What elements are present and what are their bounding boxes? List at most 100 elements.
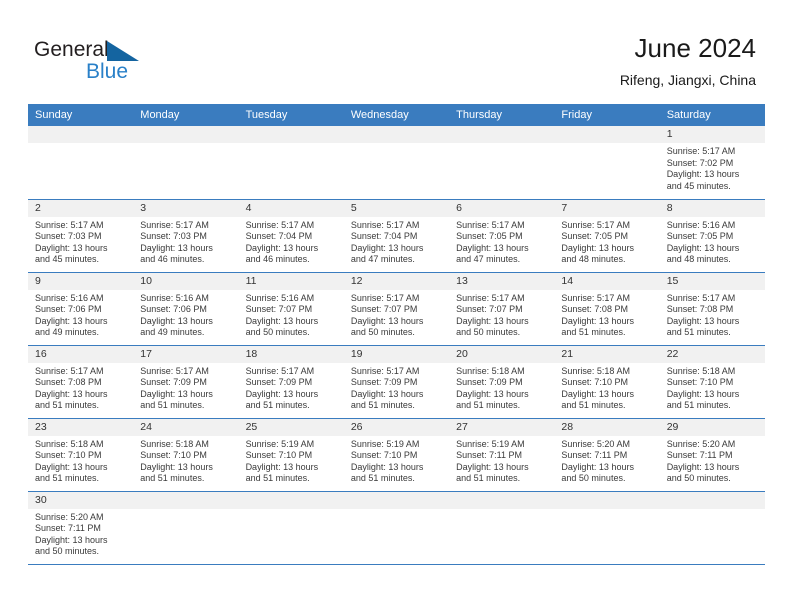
daylight-text: Daylight: 13 hours (561, 461, 634, 472)
calendar-day-cell[interactable]: 3 Sunrise: 5:17 AM Sunset: 7:03 PM Daylight… (133, 198, 239, 272)
calendar-day-cell[interactable]: 28 Sunrise: 5:20 AM Sunset: 7:11 PM Dayligh… (554, 417, 660, 491)
calendar-day-cell[interactable]: 26 Sunrise: 5:19 AM Sunset: 7:10 PM Dayligh… (343, 417, 450, 491)
daylight-text-cont: and 51 minutes. (245, 400, 310, 411)
calendar-day-cell[interactable]: 15 Sunrise: 5:17 AM Sunset: 7:08 PM Dayligh… (659, 271, 765, 345)
weekday-header-saturday: Saturday (659, 104, 765, 126)
sunset-text: Sunset: 7:11 PM (456, 450, 522, 461)
daylight-text-cont: and 46 minutes. (245, 254, 310, 265)
daylight-text: Daylight: 13 hours (456, 242, 529, 253)
title-block: June 2024 Rifeng, Jiangxi, China (620, 32, 756, 90)
sunrise-text: Sunrise: 5:17 AM (245, 365, 315, 376)
calendar-day-cell[interactable]: 12 Sunrise: 5:17 AM Sunset: 7:07 PM Dayligh… (343, 271, 450, 345)
calendar-day-cell[interactable]: 21 Sunrise: 5:18 AM Sunset: 7:10 PM Dayligh… (554, 344, 660, 418)
calendar-day-cell[interactable]: 19 Sunrise: 5:17 AM Sunset: 7:09 PM Dayligh… (343, 344, 450, 418)
day-number: 13 (449, 272, 555, 290)
sunrise-text: Sunrise: 5:16 AM (140, 292, 209, 303)
daylight-text: Daylight: 13 hours (245, 388, 319, 399)
day-number: 3 (133, 199, 239, 217)
calendar-day-cell[interactable]: 9 Sunrise: 5:16 AM Sunset: 7:06 PM Daylight… (28, 271, 134, 345)
day-sun-details: Sunrise: 5:16 AM Sunset: 7:05 PM Daylight:… (660, 217, 765, 266)
calendar-empty-cell (133, 490, 239, 565)
daylight-text-cont: and 51 minutes. (561, 327, 626, 338)
day-number: 1 (659, 126, 765, 143)
day-sun-details: Sunrise: 5:17 AM Sunset: 7:04 PM Daylight:… (239, 217, 344, 266)
calendar-day-cell[interactable]: 8 Sunrise: 5:16 AM Sunset: 7:05 PM Daylight… (659, 198, 765, 272)
sunrise-text: Sunrise: 5:16 AM (35, 292, 104, 303)
page-title: June 2024 (634, 33, 756, 63)
day-sun-details: Sunrise: 5:19 AM Sunset: 7:11 PM Daylight:… (449, 436, 554, 485)
daylight-text: Daylight: 13 hours (561, 315, 634, 326)
calendar-day-cell[interactable]: 5 Sunrise: 5:17 AM Sunset: 7:04 PM Daylight… (343, 198, 450, 272)
sunset-text: Sunset: 7:04 PM (350, 231, 418, 242)
sunset-text: Sunset: 7:08 PM (666, 304, 734, 315)
daylight-text: Daylight: 13 hours (561, 242, 634, 253)
calendar-empty-cell (449, 490, 555, 565)
calendar-day-cell[interactable]: 17 Sunrise: 5:17 AM Sunset: 7:09 PM Dayligh… (133, 344, 239, 418)
calendar-day-cell[interactable]: 22 Sunrise: 5:18 AM Sunset: 7:10 PM Dayligh… (659, 344, 765, 418)
day-number (554, 491, 660, 509)
day-sun-details: Sunrise: 5:17 AM Sunset: 7:09 PM Daylight:… (344, 363, 449, 412)
calendar-empty-cell (343, 126, 450, 199)
calendar-header-row: Sunday Monday Tuesday Wednesday Thursday… (28, 104, 765, 126)
calendar-empty-cell (238, 490, 344, 565)
sunrise-text: Sunrise: 5:17 AM (350, 365, 420, 376)
calendar-day-cell[interactable]: 14 Sunrise: 5:17 AM Sunset: 7:08 PM Dayligh… (554, 271, 660, 345)
sunrise-text: Sunrise: 5:17 AM (561, 292, 630, 303)
general-blue-logo[interactable]: General Blue (34, 38, 214, 90)
calendar-day-cell[interactable]: 25 Sunrise: 5:19 AM Sunset: 7:10 PM Dayligh… (238, 417, 344, 491)
sunrise-text: Sunrise: 5:16 AM (666, 219, 736, 230)
daylight-text: Daylight: 13 hours (140, 461, 213, 472)
sunset-text: Sunset: 7:09 PM (245, 377, 313, 388)
page-subtitle: Rifeng, Jiangxi, China (619, 72, 756, 88)
daylight-text: Daylight: 13 hours (456, 461, 529, 472)
calendar-day-cell[interactable]: 23 Sunrise: 5:18 AM Sunset: 7:10 PM Dayligh… (28, 417, 134, 491)
daylight-text: Daylight: 13 hours (350, 242, 424, 253)
daylight-text-cont: and 50 minutes. (35, 546, 100, 557)
calendar-day-cell[interactable]: 10 Sunrise: 5:16 AM Sunset: 7:06 PM Dayligh… (133, 271, 239, 345)
day-sun-details: Sunrise: 5:16 AM Sunset: 7:06 PM Daylight:… (28, 290, 133, 339)
calendar-day-cell[interactable]: 2 Sunrise: 5:17 AM Sunset: 7:03 PM Daylight… (28, 198, 134, 272)
sunset-text: Sunset: 7:09 PM (350, 377, 418, 388)
day-sun-details: Sunrise: 5:17 AM Sunset: 7:09 PM Daylight:… (133, 363, 238, 412)
daylight-text-cont: and 45 minutes. (35, 254, 100, 265)
day-sun-details: Sunrise: 5:17 AM Sunset: 7:02 PM Daylight:… (660, 143, 765, 192)
day-number: 21 (554, 345, 660, 363)
day-sun-details: Sunrise: 5:18 AM Sunset: 7:10 PM Daylight:… (133, 436, 238, 485)
sunset-text: Sunset: 7:11 PM (35, 523, 101, 534)
sunset-text: Sunset: 7:10 PM (35, 450, 102, 461)
calendar-day-cell[interactable]: 11 Sunrise: 5:16 AM Sunset: 7:07 PM Dayligh… (238, 271, 344, 345)
sunset-text: Sunset: 7:06 PM (140, 304, 207, 315)
day-sun-details: Sunrise: 5:18 AM Sunset: 7:10 PM Daylight:… (28, 436, 133, 485)
calendar-day-cell[interactable]: 13 Sunrise: 5:17 AM Sunset: 7:07 PM Dayligh… (449, 271, 555, 345)
daylight-text-cont: and 47 minutes. (350, 254, 415, 265)
calendar-table: Sunday Monday Tuesday Wednesday Thursday… (28, 104, 765, 565)
daylight-text-cont: and 51 minutes. (35, 400, 100, 411)
calendar-day-cell[interactable]: 18 Sunrise: 5:17 AM Sunset: 7:09 PM Dayligh… (238, 344, 344, 418)
daylight-text-cont: and 50 minutes. (350, 327, 415, 338)
sunset-text: Sunset: 7:10 PM (245, 450, 313, 461)
calendar-day-cell[interactable]: 29 Sunrise: 5:20 AM Sunset: 7:11 PM Dayligh… (659, 417, 765, 491)
calendar-day-cell[interactable]: 30 Sunrise: 5:20 AM Sunset: 7:11 PM Dayligh… (28, 490, 134, 565)
calendar-day-cell[interactable]: 4 Sunrise: 5:17 AM Sunset: 7:04 PM Daylight… (238, 198, 344, 272)
calendar-day-cell[interactable]: 20 Sunrise: 5:18 AM Sunset: 7:09 PM Dayligh… (449, 344, 555, 418)
calendar-day-cell[interactable]: 7 Sunrise: 5:17 AM Sunset: 7:05 PM Daylight… (554, 198, 660, 272)
calendar-day-cell[interactable]: 24 Sunrise: 5:18 AM Sunset: 7:10 PM Dayligh… (133, 417, 239, 491)
calendar-day-cell[interactable]: 6 Sunrise: 5:17 AM Sunset: 7:05 PM Daylight… (449, 198, 555, 272)
day-sun-details: Sunrise: 5:17 AM Sunset: 7:09 PM Daylight:… (239, 363, 344, 412)
day-number: 11 (238, 272, 344, 290)
sunrise-text: Sunrise: 5:17 AM (245, 219, 315, 230)
page-header: General Blue June 2024 Rifeng, Jiangxi, … (0, 0, 792, 100)
day-number: 26 (343, 418, 450, 436)
calendar-day-cell[interactable]: 1 Sunrise: 5:17 AM Sunset: 7:02 PM Daylight… (659, 126, 765, 199)
daylight-text-cont: and 51 minutes. (456, 400, 521, 411)
weekday-header-monday: Monday (133, 104, 239, 126)
weekday-header-sunday: Sunday (28, 104, 134, 126)
calendar-day-cell[interactable]: 16 Sunrise: 5:17 AM Sunset: 7:08 PM Dayligh… (28, 344, 134, 418)
day-sun-details: Sunrise: 5:17 AM Sunset: 7:08 PM Daylight:… (554, 290, 659, 339)
daylight-text: Daylight: 13 hours (350, 315, 424, 326)
calendar-day-cell[interactable]: 27 Sunrise: 5:19 AM Sunset: 7:11 PM Dayligh… (449, 417, 555, 491)
daylight-text-cont: and 51 minutes. (666, 327, 731, 338)
daylight-text: Daylight: 13 hours (561, 388, 634, 399)
day-sun-details: Sunrise: 5:16 AM Sunset: 7:06 PM Daylight:… (133, 290, 238, 339)
day-number: 5 (343, 199, 450, 217)
